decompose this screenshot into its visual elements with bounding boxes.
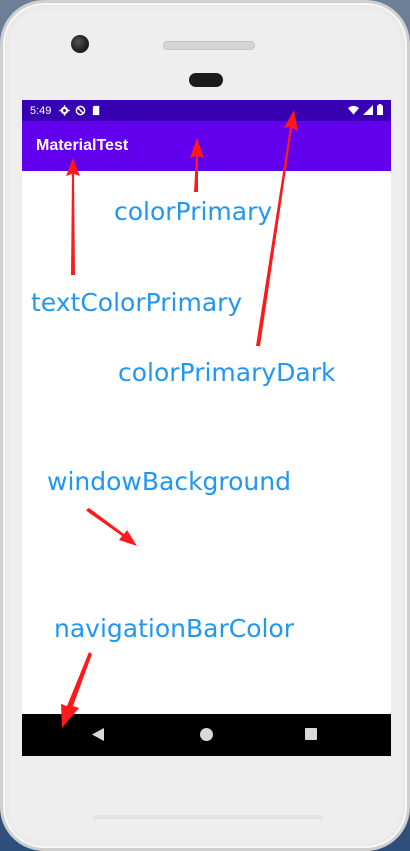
data-saver-icon: [76, 105, 86, 116]
front-camera: [71, 35, 89, 53]
recents-icon[interactable]: [305, 728, 317, 740]
battery-icon: [377, 104, 383, 115]
status-time: 5:49: [30, 104, 52, 117]
label-color-primary-dark: colorPrimaryDark: [118, 358, 336, 387]
label-color-primary: colorPrimary: [114, 197, 273, 226]
app-title: MaterialTest: [36, 137, 129, 154]
wifi-icon: [348, 105, 359, 115]
home-icon[interactable]: [200, 728, 213, 741]
settings-gear-icon: [59, 105, 71, 116]
top-speaker-grille: [163, 41, 255, 50]
cell-signal-icon: [363, 104, 373, 115]
bottom-speaker-grille: [93, 815, 323, 819]
app-toolbar: MaterialTest: [22, 121, 391, 171]
back-icon[interactable]: [92, 728, 104, 741]
phone-frame: 5:49 MaterialTest: [0, 0, 410, 851]
navigation-bar: [22, 714, 391, 756]
status-bar: 5:49: [22, 100, 391, 121]
label-window-background: windowBackground: [47, 467, 291, 496]
label-text-color-primary: textColorPrimary: [31, 288, 243, 317]
label-navigation-bar-color: navigationBarColor: [54, 614, 295, 643]
sd-card-icon: [93, 105, 100, 116]
earpiece: [189, 73, 223, 87]
